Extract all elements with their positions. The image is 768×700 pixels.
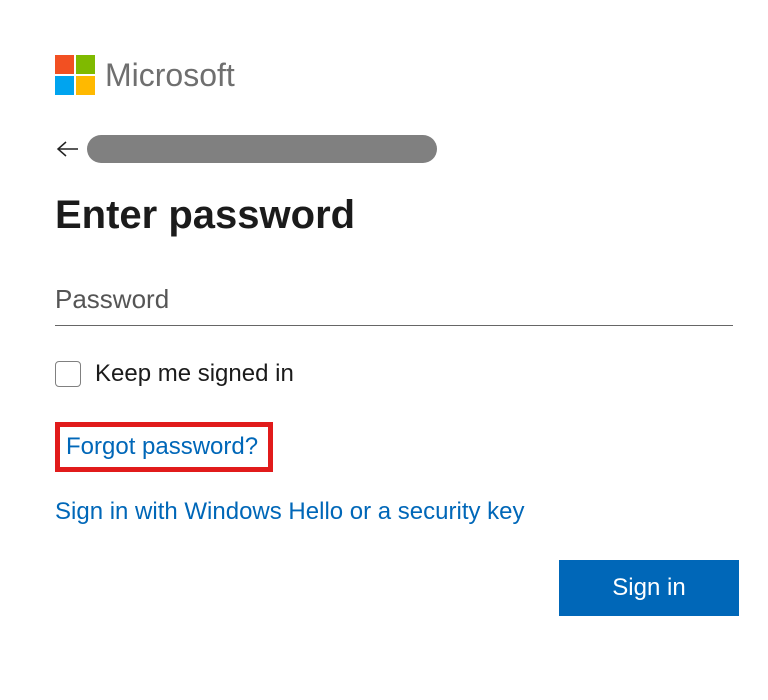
back-arrow-icon[interactable]: [55, 136, 81, 162]
windows-hello-link[interactable]: Sign in with Windows Hello or a security…: [55, 498, 738, 526]
sign-in-button[interactable]: Sign in: [559, 560, 739, 616]
keep-signed-in-label: Keep me signed in: [95, 360, 294, 388]
account-email-redacted[interactable]: [87, 135, 437, 163]
password-input[interactable]: [55, 278, 733, 326]
forgot-password-link[interactable]: Forgot password?: [66, 433, 258, 461]
identity-row: [55, 135, 738, 163]
forgot-password-highlight: Forgot password?: [55, 422, 273, 472]
action-row: Sign in: [55, 560, 739, 616]
brand-name: Microsoft: [105, 57, 235, 94]
microsoft-logo-icon: [55, 55, 95, 95]
page-title: Enter password: [55, 193, 738, 238]
brand-header: Microsoft: [55, 55, 738, 95]
keep-signed-in-checkbox[interactable]: [55, 361, 81, 387]
keep-signed-in-row: Keep me signed in: [55, 360, 738, 388]
